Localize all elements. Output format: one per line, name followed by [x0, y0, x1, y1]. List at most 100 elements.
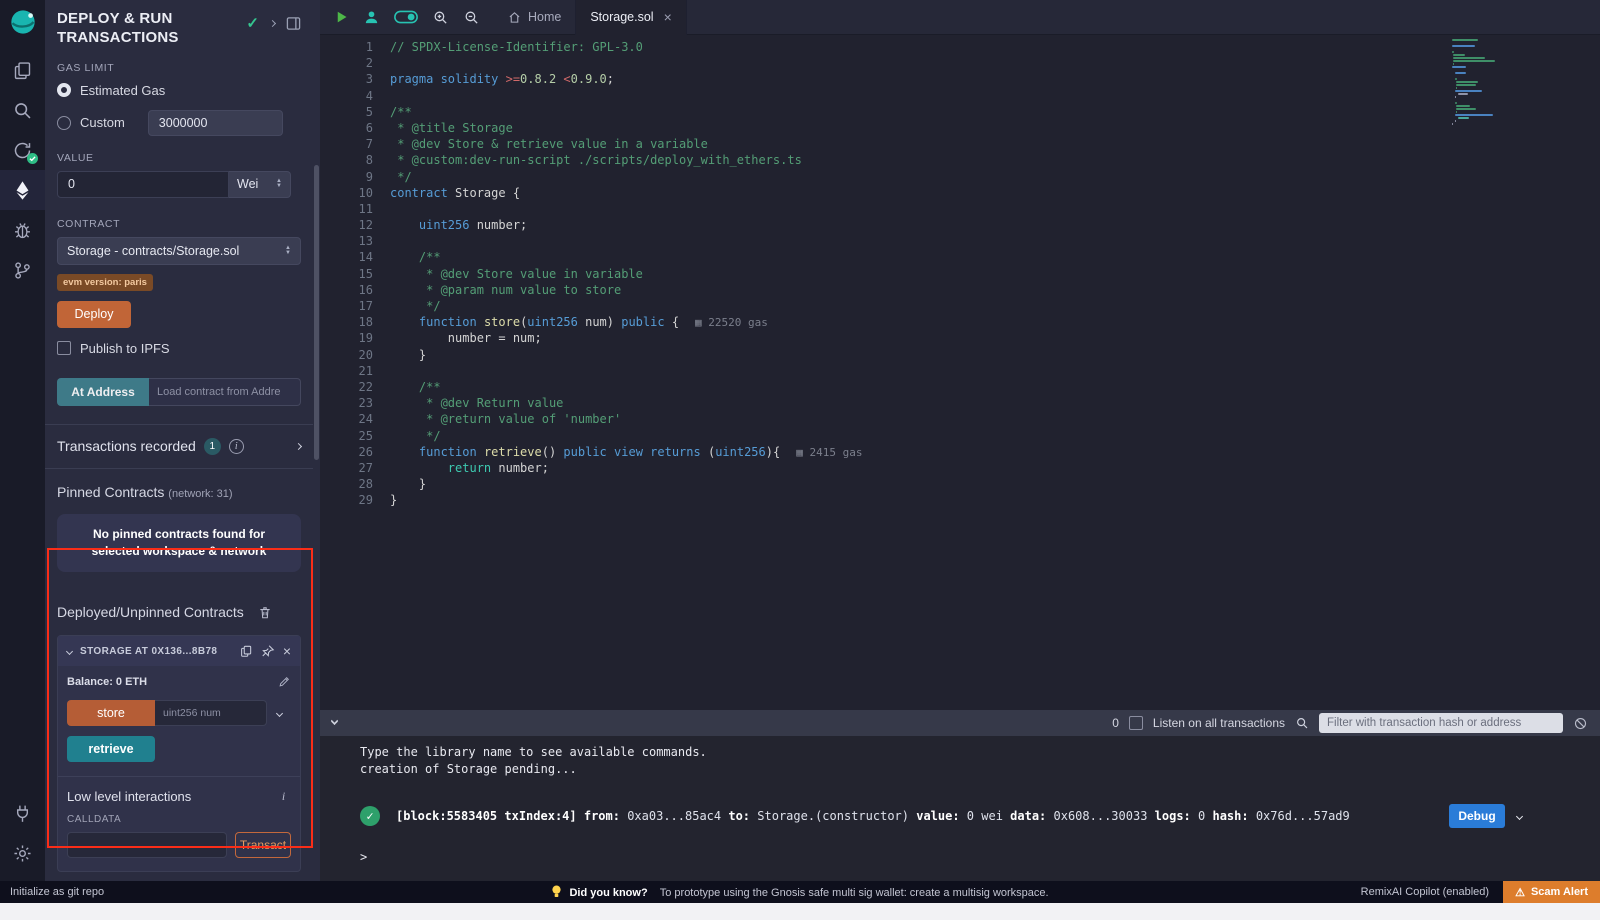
- custom-gas-label: Custom: [80, 115, 125, 130]
- evm-version-badge: evm version: paris: [57, 274, 153, 291]
- tab-home[interactable]: Home: [494, 0, 576, 35]
- scam-alert-button[interactable]: ⚠ Scam Alert: [1503, 881, 1600, 903]
- gas-icon: ▦: [695, 316, 708, 329]
- lightbulb-icon: [551, 885, 562, 898]
- editor-toolbar: Home Storage.sol ×: [320, 0, 1600, 35]
- terminal-header: 0 Listen on all transactions: [320, 710, 1600, 736]
- clear-terminal-icon[interactable]: [1573, 716, 1588, 731]
- run-script-icon[interactable]: [334, 9, 349, 25]
- at-address-button[interactable]: At Address: [57, 378, 149, 406]
- minimap[interactable]: [1452, 39, 1516, 126]
- value-label: VALUE: [57, 152, 301, 164]
- tab-storage-sol[interactable]: Storage.sol ×: [576, 0, 686, 35]
- store-function-button[interactable]: store: [67, 700, 155, 726]
- debugger-icon[interactable]: [0, 210, 45, 250]
- zoom-in-icon[interactable]: [432, 9, 449, 26]
- pending-tx-count: 0: [1112, 716, 1119, 730]
- tab-close-icon[interactable]: ×: [664, 9, 672, 25]
- low-level-info-icon: i: [276, 789, 291, 804]
- listen-all-checkbox[interactable]: [1129, 716, 1143, 730]
- copilot-status[interactable]: RemixAI Copilot (enabled): [1361, 886, 1489, 898]
- trash-icon[interactable]: [258, 605, 272, 620]
- home-icon: [508, 11, 521, 24]
- calldata-label: CALLDATA: [67, 814, 291, 825]
- retrieve-function-button[interactable]: retrieve: [67, 736, 155, 762]
- store-argument-input[interactable]: [155, 700, 267, 726]
- transactions-count-badge: 1: [204, 438, 221, 455]
- gas-icon: ▦: [796, 446, 809, 459]
- copilot-toggle-icon[interactable]: [394, 9, 418, 25]
- activity-bar: [0, 0, 45, 881]
- panel-chevron-right-icon[interactable]: [269, 19, 276, 26]
- scam-alert-label: Scam Alert: [1531, 886, 1588, 898]
- code-editor[interactable]: 1234567891011121314151617181920212223242…: [320, 36, 1600, 710]
- contract-select[interactable]: Storage - contracts/Storage.sol ▲▼: [57, 237, 301, 265]
- deploy-run-panel: DEPLOY & RUN TRANSACTIONS ✓ GAS LIMIT Es…: [45, 0, 313, 881]
- settings-icon[interactable]: [0, 833, 45, 873]
- terminal[interactable]: Type the library name to see available c…: [320, 736, 1600, 881]
- pin-icon[interactable]: [261, 644, 275, 658]
- terminal-search-icon: [1295, 716, 1309, 730]
- copy-address-icon[interactable]: [239, 644, 253, 658]
- remix-ide-window: DEPLOY & RUN TRANSACTIONS ✓ GAS LIMIT Es…: [0, 0, 1600, 920]
- toggle-panel-icon[interactable]: [286, 16, 301, 31]
- tx-expand-icon[interactable]: [1516, 812, 1523, 819]
- contract-label: CONTRACT: [57, 218, 301, 230]
- pinned-empty-message: No pinned contracts found for selected w…: [57, 514, 301, 573]
- search-icon[interactable]: [0, 90, 45, 130]
- editor-gutter: 1234567891011121314151617181920212223242…: [320, 36, 373, 710]
- terminal-filter-input[interactable]: [1319, 713, 1563, 733]
- listen-all-label: Listen on all transactions: [1153, 716, 1285, 730]
- panel-check-icon: ✓: [246, 14, 259, 32]
- value-input[interactable]: [57, 171, 229, 198]
- ai-assistant-icon[interactable]: [363, 9, 380, 26]
- remove-instance-icon[interactable]: ×: [283, 643, 291, 659]
- git-icon[interactable]: [0, 250, 45, 290]
- tab-storage-label: Storage.sol: [590, 10, 653, 24]
- transactions-recorded-row[interactable]: Transactions recorded 1 i: [57, 425, 301, 468]
- transact-button[interactable]: Transact: [235, 832, 291, 858]
- tx-success-icon: ✓: [360, 806, 380, 826]
- git-init-status[interactable]: Initialize as git repo: [0, 886, 104, 898]
- pinned-network-text: (network: 31): [168, 488, 232, 500]
- tab-home-label: Home: [528, 10, 561, 24]
- file-explorer-icon[interactable]: [0, 50, 45, 90]
- remix-logo[interactable]: [9, 8, 37, 36]
- value-unit-select[interactable]: Wei ▲▼: [229, 171, 291, 198]
- panel-scrollbar[interactable]: [313, 0, 320, 881]
- tip-text: To prototype using the Gnosis safe multi…: [660, 887, 1049, 899]
- scrollbar-thumb[interactable]: [314, 165, 319, 460]
- gas-estimate-hint: ▦ 22520 gas: [679, 316, 768, 329]
- deployed-contracts-title: Deployed/Unpinned Contracts: [57, 604, 244, 620]
- terminal-collapse-icon[interactable]: [332, 722, 337, 724]
- tx-log-text: [block:5583405 txIndex:4] from: 0xa03...…: [396, 809, 1350, 823]
- calldata-input[interactable]: [67, 832, 227, 858]
- estimated-gas-radio[interactable]: [57, 83, 71, 97]
- instance-collapse-icon[interactable]: [66, 648, 73, 655]
- deploy-and-run-icon[interactable]: [0, 170, 45, 210]
- deployed-contract-card: STORAGE AT 0X136...8B78 × Balance: 0 ETH: [57, 635, 301, 872]
- plugin-manager-icon[interactable]: [0, 793, 45, 833]
- panel-title: DEPLOY & RUN TRANSACTIONS: [57, 10, 217, 48]
- code-lines: // SPDX-License-Identifier: GPL-3.0pragm…: [373, 36, 1600, 710]
- edit-balance-icon[interactable]: [278, 675, 291, 688]
- tip-prefix: Did you know?: [569, 887, 647, 899]
- debug-button[interactable]: Debug: [1449, 804, 1505, 828]
- expand-params-icon[interactable]: [276, 710, 283, 717]
- info-icon: i: [229, 439, 244, 454]
- publish-ipfs-checkbox[interactable]: [57, 341, 71, 355]
- instance-balance: Balance: 0 ETH: [67, 676, 147, 688]
- contract-select-arrows-icon: ▲▼: [285, 246, 291, 256]
- terminal-output-line: creation of Storage pending...: [360, 761, 1600, 778]
- publish-ipfs-label: Publish to IPFS: [80, 341, 170, 356]
- transactions-expand-icon[interactable]: [295, 442, 302, 449]
- gas-estimate-hint: ▦ 2415 gas: [780, 446, 862, 459]
- custom-gas-input[interactable]: [148, 110, 283, 136]
- status-bar: Initialize as git repo Did you know? To …: [0, 881, 1600, 903]
- at-address-input[interactable]: [149, 378, 301, 406]
- zoom-out-icon[interactable]: [463, 9, 480, 26]
- custom-gas-radio[interactable]: [57, 116, 71, 130]
- transaction-log-row[interactable]: ✓ [block:5583405 txIndex:4] from: 0xa03.…: [360, 804, 1600, 828]
- solidity-compiler-icon[interactable]: [0, 130, 45, 170]
- deploy-button[interactable]: Deploy: [57, 301, 131, 328]
